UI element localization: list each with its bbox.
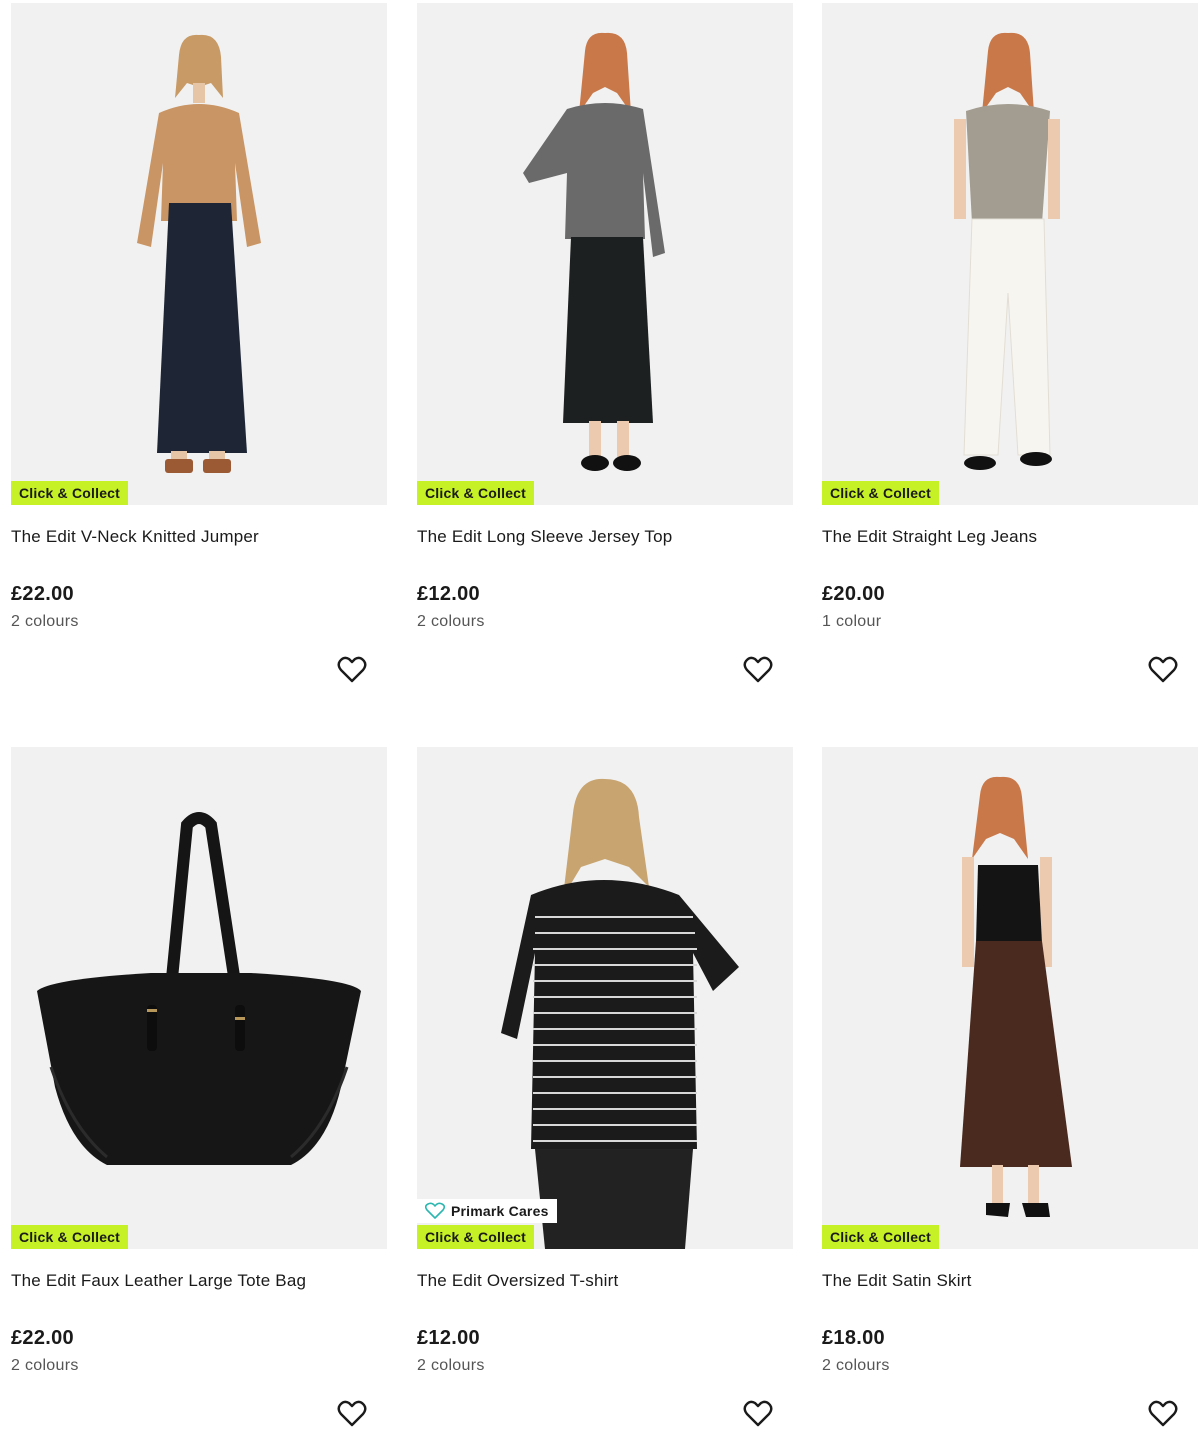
heart-outline-icon [337,1400,367,1427]
product-title[interactable]: The Edit Satin Skirt [822,1271,972,1291]
product-title[interactable]: The Edit Oversized T-shirt [417,1271,618,1291]
heart-outline-icon [743,1400,773,1427]
product-image[interactable] [11,3,387,505]
product-price: £12.00 [417,583,480,605]
favourite-button[interactable] [335,653,369,687]
product-image[interactable] [417,747,793,1249]
product-card[interactable]: Click & Collect The Edit Satin Skirt £18… [822,747,1198,1432]
click-collect-badge: Click & Collect [11,481,129,505]
product-price: £12.00 [417,1327,480,1349]
favourite-button[interactable] [741,1397,775,1431]
click-collect-badge: Click & Collect [822,481,940,505]
favourite-button[interactable] [741,653,775,687]
model-illustration [523,32,665,471]
product-card[interactable]: Click & Collect The Edit Faux Leather La… [11,747,387,1432]
heart-outline-icon [1148,656,1178,683]
product-image[interactable] [11,747,387,1249]
click-collect-badge: Click & Collect [822,1225,940,1249]
product-colours: 2 colours [822,1357,890,1374]
product-colours: 2 colours [417,613,485,630]
product-colours: 2 colours [11,1357,79,1374]
product-grid: Click & Collect The Edit V-Neck Knitted … [0,0,1200,1432]
model-illustration [960,776,1072,1217]
product-card[interactable]: Click & Collect The Edit V-Neck Knitted … [11,3,387,723]
favourite-button[interactable] [1146,1397,1180,1431]
click-collect-badge: Click & Collect [417,1225,535,1249]
product-price: £22.00 [11,1327,74,1349]
product-card[interactable]: Click & Collect The Edit Straight Leg Je… [822,3,1198,723]
product-colours: 1 colour [822,613,882,630]
heart-leaf-icon [425,1202,445,1219]
product-title[interactable]: The Edit V-Neck Knitted Jumper [11,527,259,547]
product-card[interactable]: Click & Collect The Edit Long Sleeve Jer… [417,3,793,723]
product-price: £20.00 [822,583,885,605]
product-colours: 2 colours [417,1357,485,1374]
product-image[interactable] [822,747,1198,1249]
product-image[interactable] [822,3,1198,505]
bag-illustration [37,812,361,1165]
product-card[interactable]: Primark Cares Click & Collect The Edit O… [417,747,793,1432]
click-collect-badge: Click & Collect [11,1225,129,1249]
product-colours: 2 colours [11,613,79,630]
heart-outline-icon [743,656,773,683]
primark-cares-label: Primark Cares [451,1203,549,1219]
product-title[interactable]: The Edit Faux Leather Large Tote Bag [11,1271,306,1291]
favourite-button[interactable] [1146,653,1180,687]
product-image[interactable] [417,3,793,505]
favourite-button[interactable] [335,1397,369,1431]
primark-cares-badge: Primark Cares [417,1199,557,1223]
heart-outline-icon [337,656,367,683]
model-illustration [954,32,1060,470]
product-price: £18.00 [822,1327,885,1349]
product-title[interactable]: The Edit Long Sleeve Jersey Top [417,527,672,547]
click-collect-badge: Click & Collect [417,481,535,505]
product-price: £22.00 [11,583,74,605]
heart-outline-icon [1148,1400,1178,1427]
product-title[interactable]: The Edit Straight Leg Jeans [822,527,1037,547]
model-illustration [137,34,261,473]
model-illustration [501,778,739,1249]
